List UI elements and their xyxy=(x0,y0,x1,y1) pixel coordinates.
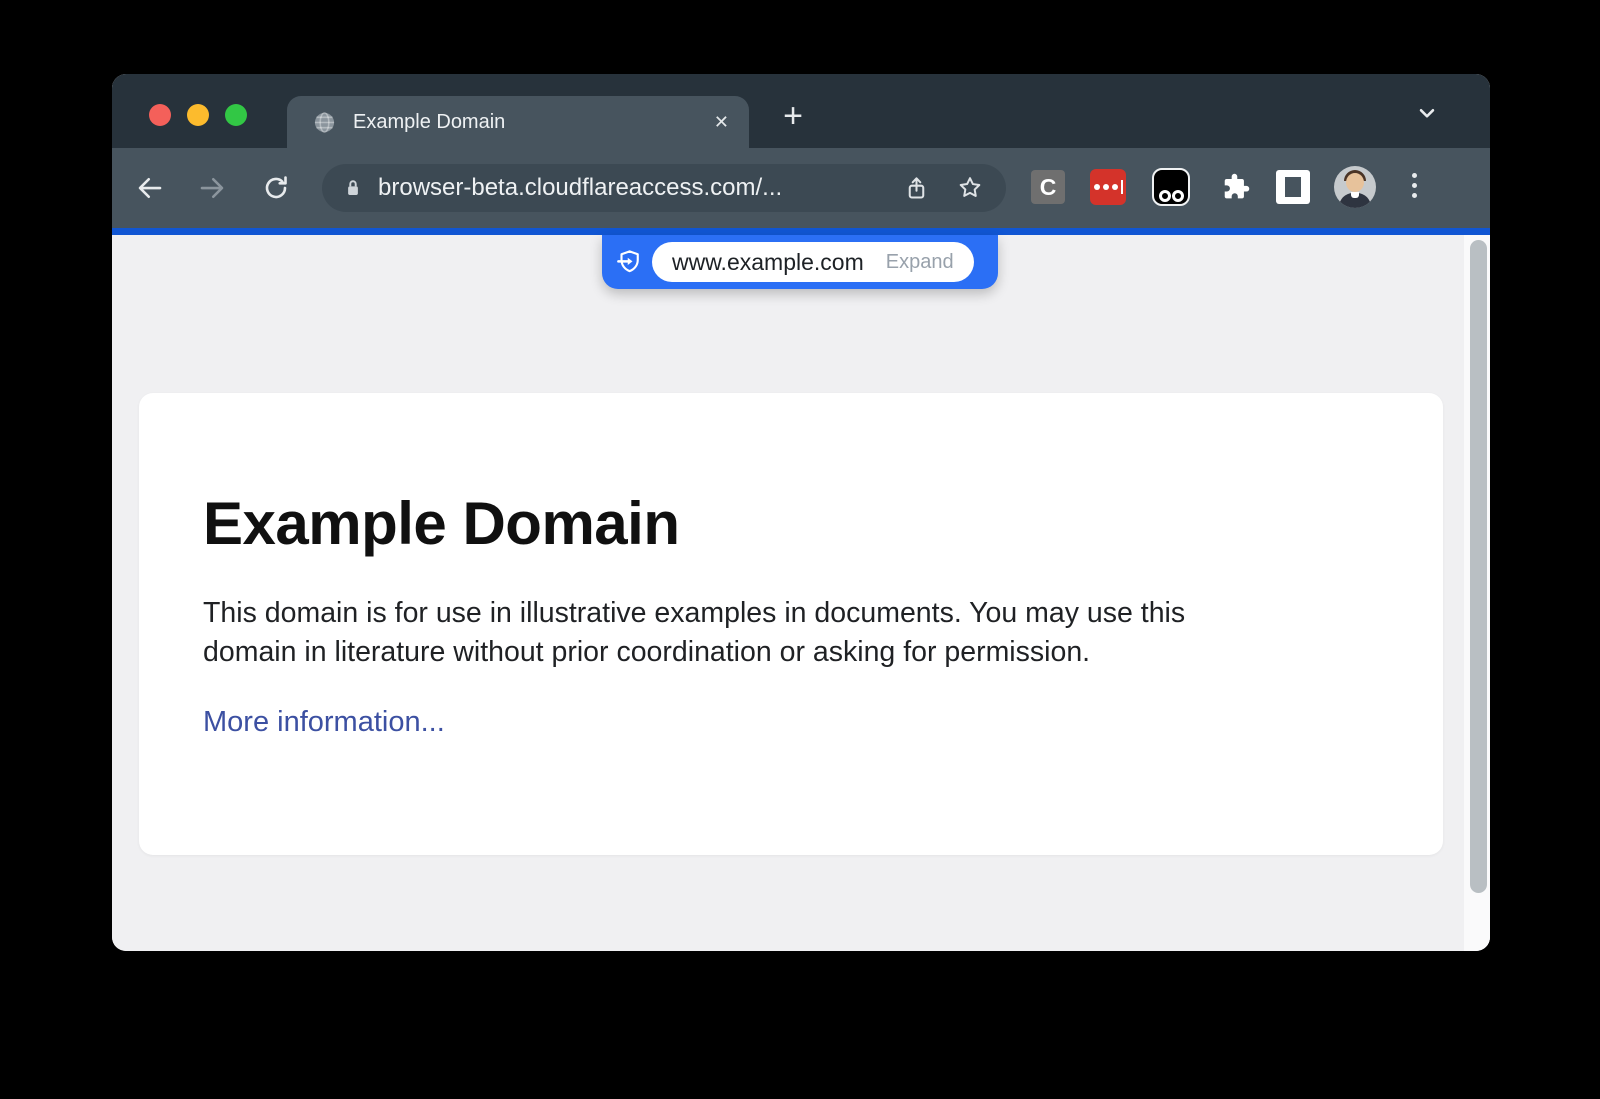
example-domain-card: Example Domain This domain is for use in… xyxy=(139,393,1443,855)
extensions-puzzle-icon[interactable] xyxy=(1219,171,1251,203)
minimize-window-button[interactable] xyxy=(187,104,209,126)
address-bar[interactable]: browser-beta.cloudflareaccess.com/... xyxy=(322,164,1006,212)
isolated-domain-text: www.example.com xyxy=(672,249,864,276)
tab-close-icon[interactable]: ✕ xyxy=(714,113,729,131)
paragraph-line-2: domain in literature without prior coord… xyxy=(203,633,1383,672)
tab-search-chevron-icon[interactable] xyxy=(1414,100,1440,126)
shield-arrow-icon xyxy=(614,247,644,277)
browser-toolbar: browser-beta.cloudflareaccess.com/... C xyxy=(112,148,1490,228)
browser-menu-icon[interactable] xyxy=(1412,173,1417,198)
page-title: Example Domain xyxy=(203,489,1383,558)
globe-favicon-icon xyxy=(313,111,336,134)
close-window-button[interactable] xyxy=(149,104,171,126)
isolation-indicator-line xyxy=(112,228,1490,235)
share-icon[interactable] xyxy=(903,175,930,202)
lock-icon[interactable] xyxy=(340,175,366,201)
window-controls xyxy=(149,104,247,126)
tab-bar: Example Domain ✕ + xyxy=(112,74,1490,148)
tab-example-domain[interactable]: Example Domain ✕ xyxy=(287,96,749,148)
page-content: www.example.com Expand Example Domain Th… xyxy=(112,235,1490,951)
scrollbar-thumb[interactable] xyxy=(1470,240,1487,893)
new-tab-button[interactable]: + xyxy=(778,103,808,133)
extension-lastpass-icon[interactable] xyxy=(1090,169,1126,205)
back-icon[interactable] xyxy=(135,173,165,203)
expand-button[interactable]: Expand xyxy=(886,251,954,274)
reload-icon[interactable] xyxy=(261,173,291,203)
url-text: browser-beta.cloudflareaccess.com/... xyxy=(378,174,782,202)
extension-binoculars-icon[interactable] xyxy=(1152,168,1190,206)
page-paragraph: This domain is for use in illustrative e… xyxy=(203,594,1383,672)
bookmark-star-icon[interactable] xyxy=(956,174,984,202)
zoom-window-button[interactable] xyxy=(225,104,247,126)
extension-sidebar-icon[interactable] xyxy=(1276,170,1310,204)
extension-c-icon[interactable]: C xyxy=(1031,170,1065,204)
forward-icon[interactable] xyxy=(197,173,227,203)
isolation-domain-pill[interactable]: www.example.com Expand xyxy=(602,235,998,289)
browser-window: Example Domain ✕ + xyxy=(112,74,1490,951)
profile-avatar[interactable] xyxy=(1334,166,1376,208)
more-information-link[interactable]: More information... xyxy=(203,706,445,739)
paragraph-line-1: This domain is for use in illustrative e… xyxy=(203,594,1383,633)
tab-title: Example Domain xyxy=(353,111,505,134)
isolation-inner-pill: www.example.com Expand xyxy=(652,242,974,282)
